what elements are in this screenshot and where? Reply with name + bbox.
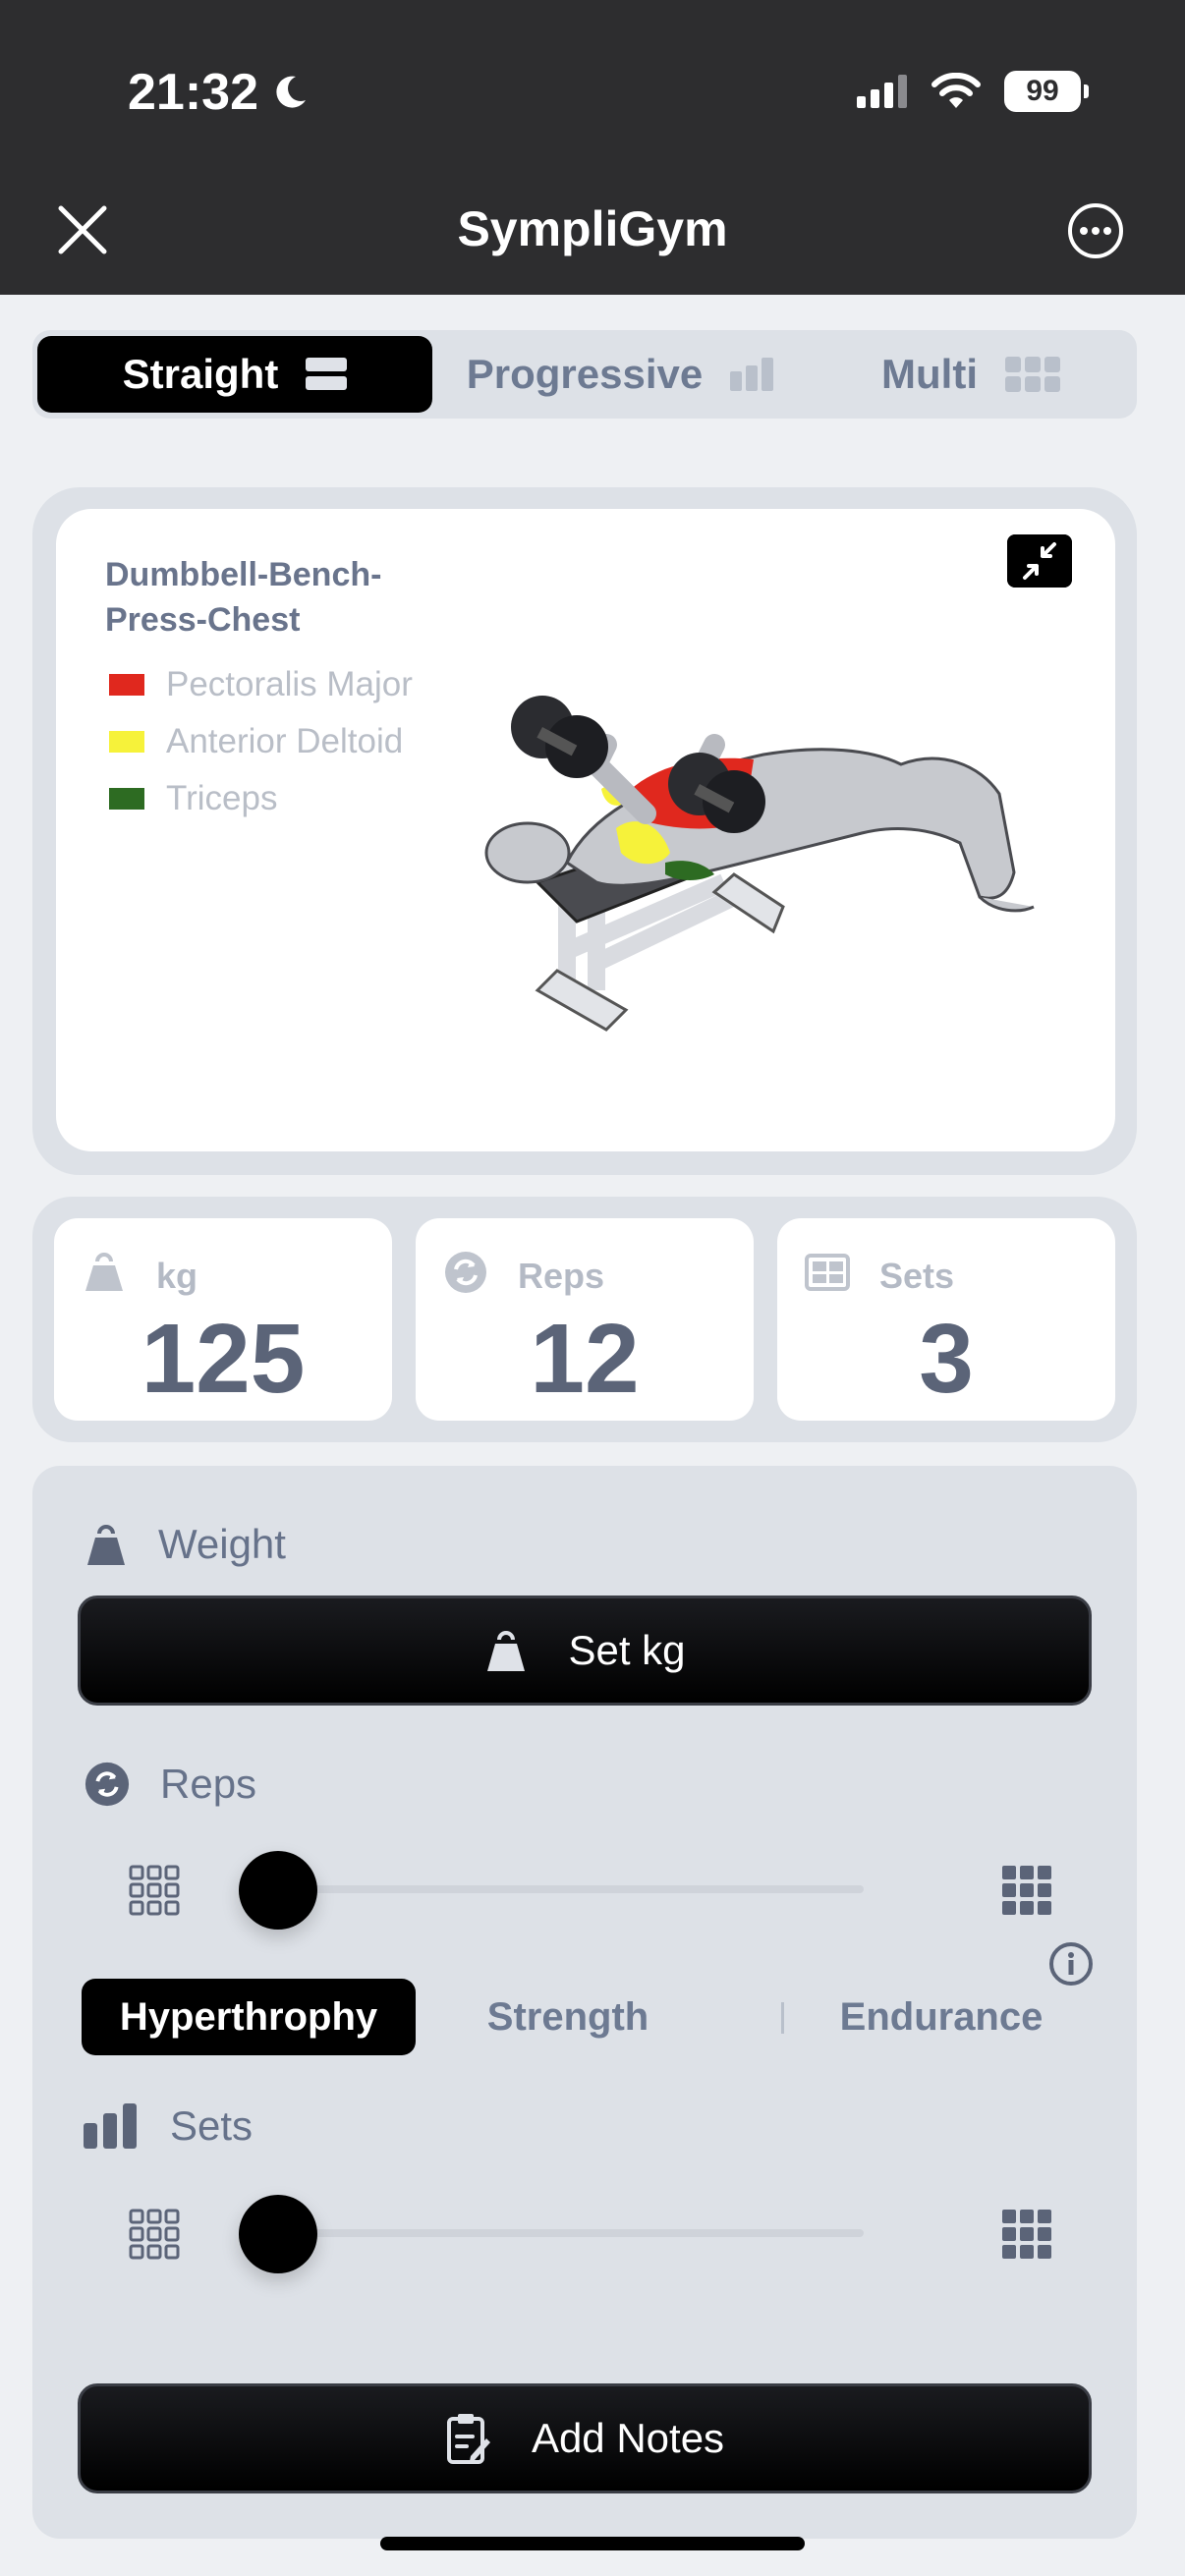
- sets-section-header: Sets: [84, 2102, 253, 2150]
- training-type-endurance[interactable]: Endurance: [809, 1979, 1074, 2055]
- straight-sets-icon: [306, 358, 348, 390]
- wifi-icon: [931, 73, 981, 108]
- tab-straight[interactable]: Straight: [37, 336, 432, 413]
- muscle-legend: Pectoralis Major Anterior Deltoid Tricep…: [109, 656, 413, 827]
- bars-icon: [84, 2103, 137, 2149]
- sets-table-icon: [805, 1254, 850, 1291]
- weight-stat-label: kg: [156, 1256, 198, 1296]
- top-bar: 21:32 99 SympliGym: [0, 0, 1185, 295]
- set-type-segmented-control: Straight Progressive Multi: [32, 330, 1137, 419]
- stats-container: kg 125 Reps 12 Sets 3: [32, 1197, 1137, 1442]
- multi-grid-icon: [1004, 357, 1060, 392]
- kettlebell-icon: [487, 1631, 526, 1671]
- app-title: SympliGym: [457, 201, 728, 256]
- battery-indicator: 99: [1004, 71, 1089, 112]
- sets-section-label: Sets: [170, 2102, 254, 2149]
- reps-stat-card[interactable]: Reps 12: [416, 1218, 754, 1421]
- add-notes-label: Add Notes: [531, 2415, 725, 2461]
- repeat-icon: [445, 1252, 486, 1293]
- sets-stat-card[interactable]: Sets 3: [777, 1218, 1115, 1421]
- legend-swatch: [109, 788, 144, 810]
- controls-panel: Weight Set kg Reps Hyperthrophy Strength…: [32, 1466, 1137, 2539]
- reps-slider[interactable]: [129, 1849, 1052, 1930]
- tab-progressive[interactable]: Progressive: [435, 336, 809, 413]
- exercise-name: Dumbbell-Bench-Press-Chest: [105, 556, 382, 639]
- reps-section-label: Reps: [160, 1761, 257, 1807]
- repeat-icon: [85, 1762, 130, 1807]
- progressive-bars-icon: [730, 358, 774, 391]
- legend-label: Anterior Deltoid: [166, 722, 404, 760]
- training-type-strength[interactable]: Strength: [465, 1979, 671, 2055]
- kettlebell-icon: [85, 1253, 123, 1291]
- exercise-card: Dumbbell-Bench-Press-Chest Pectoralis Ma…: [56, 509, 1115, 1151]
- legend-label: Pectoralis Major: [166, 665, 413, 703]
- weight-section-label: Weight: [158, 1521, 286, 1567]
- slider-track[interactable]: [302, 1885, 864, 1893]
- legend-swatch: [109, 731, 144, 753]
- set-kg-label: Set kg: [568, 1627, 686, 1673]
- sets-slider[interactable]: [129, 2193, 1052, 2273]
- status-icons: 99: [857, 71, 1089, 112]
- moon-icon: [276, 76, 306, 108]
- grid-filled-icon: [1002, 1866, 1051, 1915]
- reps-section-header: Reps: [84, 1761, 256, 1808]
- tab-multi-label: Multi: [881, 351, 978, 397]
- status-time: 21:32: [128, 63, 310, 122]
- grid-outline-icon: [129, 2209, 180, 2260]
- legend-swatch: [109, 674, 144, 696]
- grid-filled-icon: [1002, 2210, 1051, 2259]
- reps-stat-label: Reps: [518, 1256, 605, 1296]
- sets-stat-value: 3: [919, 1304, 974, 1414]
- training-type-hyperthrophy[interactable]: Hyperthrophy: [82, 1979, 416, 2055]
- home-indicator[interactable]: [380, 2537, 805, 2550]
- legend-item: Pectoralis Major: [109, 656, 413, 713]
- tab-straight-label: Straight: [122, 351, 279, 397]
- status-time-text: 21:32: [128, 64, 258, 121]
- slider-thumb[interactable]: [239, 2195, 317, 2273]
- reps-stat-value: 12: [530, 1304, 640, 1414]
- weight-section-header: Weight: [84, 1521, 286, 1568]
- sets-stat-label: Sets: [879, 1256, 955, 1296]
- legend-label: Triceps: [166, 779, 278, 817]
- tab-progressive-label: Progressive: [466, 351, 704, 397]
- slider-thumb[interactable]: [239, 1851, 317, 1930]
- collapse-icon[interactable]: [1007, 534, 1072, 588]
- legend-item: Anterior Deltoid: [109, 713, 413, 770]
- exercise-card-container: Dumbbell-Bench-Press-Chest Pectoralis Ma…: [32, 487, 1137, 1175]
- kettlebell-icon: [87, 1525, 125, 1565]
- set-kg-button[interactable]: Set kg: [78, 1596, 1092, 1706]
- segment-divider: [762, 360, 765, 391]
- weight-stat-card[interactable]: kg 125: [54, 1218, 392, 1421]
- tab-multi[interactable]: Multi: [809, 336, 1133, 413]
- training-type-selector: Hyperthrophy Strength Endurance: [82, 1979, 1103, 2057]
- legend-item: Triceps: [109, 770, 413, 827]
- exercise-illustration: [484, 696, 1035, 1032]
- slider-track[interactable]: [302, 2229, 864, 2237]
- training-type-divider: [781, 2002, 784, 2034]
- add-notes-button[interactable]: Add Notes: [78, 2383, 1092, 2493]
- grid-outline-icon: [129, 1865, 180, 1916]
- weight-stat-value: 125: [141, 1304, 306, 1414]
- more-options-icon[interactable]: [1067, 202, 1124, 259]
- signal-icon: [857, 75, 907, 108]
- notes-icon: [446, 2414, 490, 2464]
